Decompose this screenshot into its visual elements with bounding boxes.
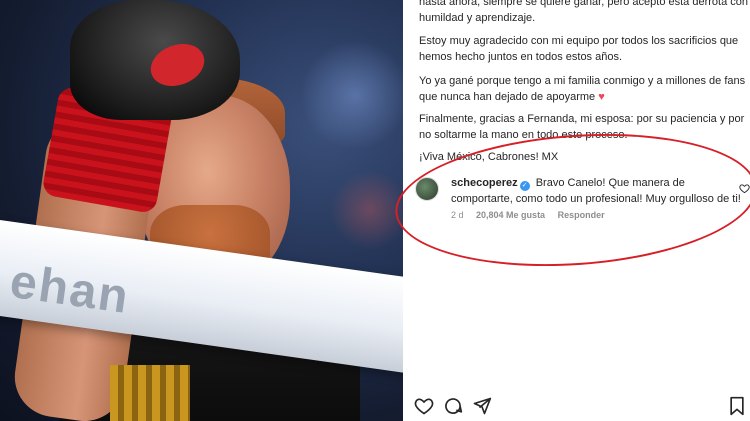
caption-paragraph: Yo ya gané porque tengo a mi familia con… (419, 73, 750, 105)
background-light (330, 170, 403, 250)
paper-plane-icon[interactable] (472, 396, 492, 416)
caption-clipped-line: hasta ahora, siempre se quiere ganar, pe… (419, 0, 748, 24)
background-light (300, 40, 403, 150)
heart-outline-icon[interactable] (414, 396, 434, 416)
bookmark-icon[interactable] (728, 396, 746, 416)
heart-emoji-icon: ♥ (598, 91, 605, 103)
comment-bubble-icon[interactable] (443, 396, 463, 416)
caption-paragraph: Estoy muy agradecido con mi equipo por t… (419, 35, 739, 63)
post-action-bar (414, 396, 750, 421)
gold-trim (110, 365, 190, 421)
post-photo: ehan (0, 0, 403, 421)
caption-text: Yo ya gané porque tengo a mi familia con… (419, 75, 746, 103)
